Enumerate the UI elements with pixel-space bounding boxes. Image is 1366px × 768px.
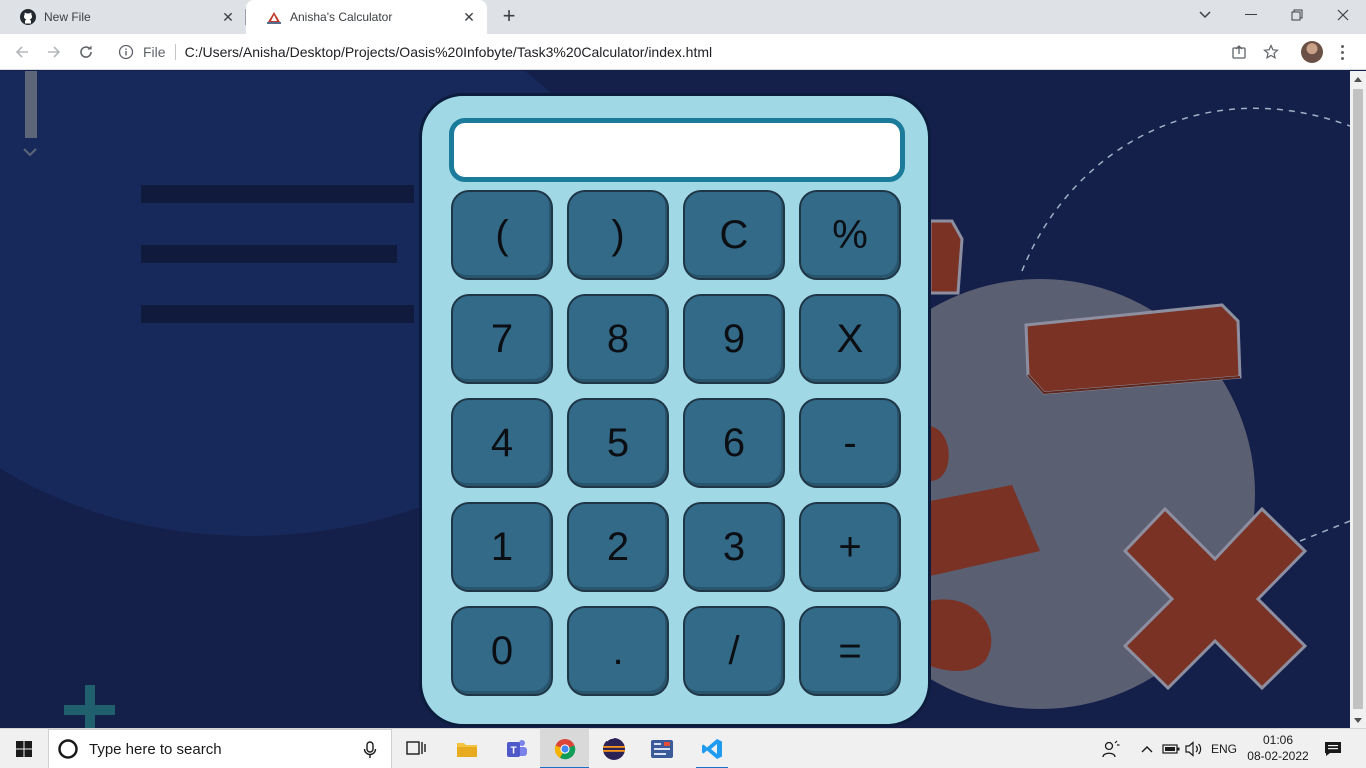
key-divide[interactable]: / — [683, 606, 785, 696]
back-button[interactable] — [10, 40, 34, 64]
notification-center-icon[interactable] — [1320, 729, 1346, 768]
bookmark-star-icon[interactable] — [1263, 44, 1279, 60]
cortana-circle-icon — [57, 738, 79, 760]
svg-text:T: T — [510, 746, 516, 757]
key-9[interactable]: 9 — [683, 294, 785, 384]
teams-icon[interactable]: T — [492, 729, 540, 768]
page-scrollbar[interactable] — [1350, 71, 1366, 728]
clock-date: 08-02-2022 — [1247, 749, 1309, 763]
show-hidden-icons-icon[interactable] — [1136, 729, 1158, 768]
tab-search-chevron-icon[interactable] — [1182, 0, 1228, 30]
key-percent[interactable]: % — [799, 190, 901, 280]
chrome-icon[interactable] — [540, 729, 589, 768]
calculator-display[interactable] — [449, 118, 905, 182]
windows-start-icon[interactable] — [0, 729, 48, 768]
key-multiply[interactable]: X — [799, 294, 901, 384]
tab-title: Anisha's Calculator — [290, 10, 393, 24]
task-view-icon[interactable] — [392, 729, 440, 768]
minimize-button[interactable] — [1228, 0, 1274, 30]
share-icon[interactable] — [1231, 44, 1247, 60]
system-clock[interactable]: 01:06 08-02-2022 — [1240, 732, 1316, 764]
microphone-icon[interactable] — [363, 741, 377, 759]
key-open-paren[interactable]: ( — [451, 190, 553, 280]
key-6[interactable]: 6 — [683, 398, 785, 488]
close-window-button[interactable] — [1320, 0, 1366, 30]
key-plus[interactable]: + — [799, 502, 901, 592]
taskbar: Type here to search T ENG 01:06 08-02-20… — [0, 728, 1366, 768]
battery-icon[interactable] — [1160, 729, 1182, 768]
key-7[interactable]: 7 — [451, 294, 553, 384]
url-text[interactable]: C:/Users/Anisha/Desktop/Projects/Oasis%2… — [185, 44, 713, 60]
forward-button[interactable] — [42, 40, 66, 64]
github-icon — [20, 9, 36, 25]
address-bar[interactable]: File C:/Users/Anisha/Desktop/Projects/Oa… — [108, 38, 1288, 66]
key-2[interactable]: 2 — [567, 502, 669, 592]
scroll-up-arrow-icon[interactable] — [1354, 77, 1362, 82]
reload-button[interactable] — [74, 40, 98, 64]
key-decimal[interactable]: . — [567, 606, 669, 696]
scroll-down-arrow-icon[interactable] — [1354, 718, 1362, 723]
page-viewport: ( ) C % 7 8 9 X 4 5 6 - 1 2 3 + 0 . / = — [0, 71, 1350, 728]
volume-icon[interactable] — [1183, 729, 1205, 768]
taskbar-search-box[interactable]: Type here to search — [48, 729, 392, 768]
calculator-favicon — [266, 9, 282, 25]
scheme-label: File — [143, 44, 166, 60]
browser-menu-icon[interactable] — [1334, 40, 1350, 64]
calculator: ( ) C % 7 8 9 X 4 5 6 - 1 2 3 + 0 . / = — [419, 93, 931, 727]
vscode-icon[interactable] — [688, 729, 736, 768]
control-panel-icon[interactable] — [638, 729, 686, 768]
key-8[interactable]: 8 — [567, 294, 669, 384]
close-tab-icon[interactable]: ✕ — [220, 9, 236, 25]
search-placeholder: Type here to search — [89, 740, 222, 758]
profile-avatar[interactable] — [1301, 41, 1323, 63]
key-clear[interactable]: C — [683, 190, 785, 280]
language-indicator[interactable]: ENG — [1207, 729, 1241, 768]
key-1[interactable]: 1 — [451, 502, 553, 592]
close-tab-icon[interactable]: ✕ — [461, 9, 477, 25]
tab-new-file[interactable]: New File ✕ — [0, 0, 246, 34]
key-minus[interactable]: - — [799, 398, 901, 488]
key-3[interactable]: 3 — [683, 502, 785, 592]
key-close-paren[interactable]: ) — [567, 190, 669, 280]
tab-calculator[interactable]: Anisha's Calculator ✕ — [246, 0, 487, 34]
key-4[interactable]: 4 — [451, 398, 553, 488]
key-5[interactable]: 5 — [567, 398, 669, 488]
eclipse-icon[interactable] — [590, 729, 638, 768]
address-divider — [174, 44, 176, 60]
new-tab-button[interactable]: + — [497, 5, 521, 29]
key-equals[interactable]: = — [799, 606, 901, 696]
scroll-thumb[interactable] — [1353, 89, 1363, 709]
file-explorer-icon[interactable] — [443, 729, 491, 768]
people-icon[interactable] — [1098, 729, 1124, 768]
tab-title: New File — [44, 10, 91, 24]
tab-strip: New File ✕ Anisha's Calculator ✕ + — [0, 0, 1366, 34]
browser-toolbar: File C:/Users/Anisha/Desktop/Projects/Oa… — [0, 34, 1366, 70]
key-0[interactable]: 0 — [451, 606, 553, 696]
clock-time: 01:06 — [1262, 733, 1294, 747]
restore-button[interactable] — [1274, 0, 1320, 30]
info-icon[interactable] — [118, 44, 134, 60]
